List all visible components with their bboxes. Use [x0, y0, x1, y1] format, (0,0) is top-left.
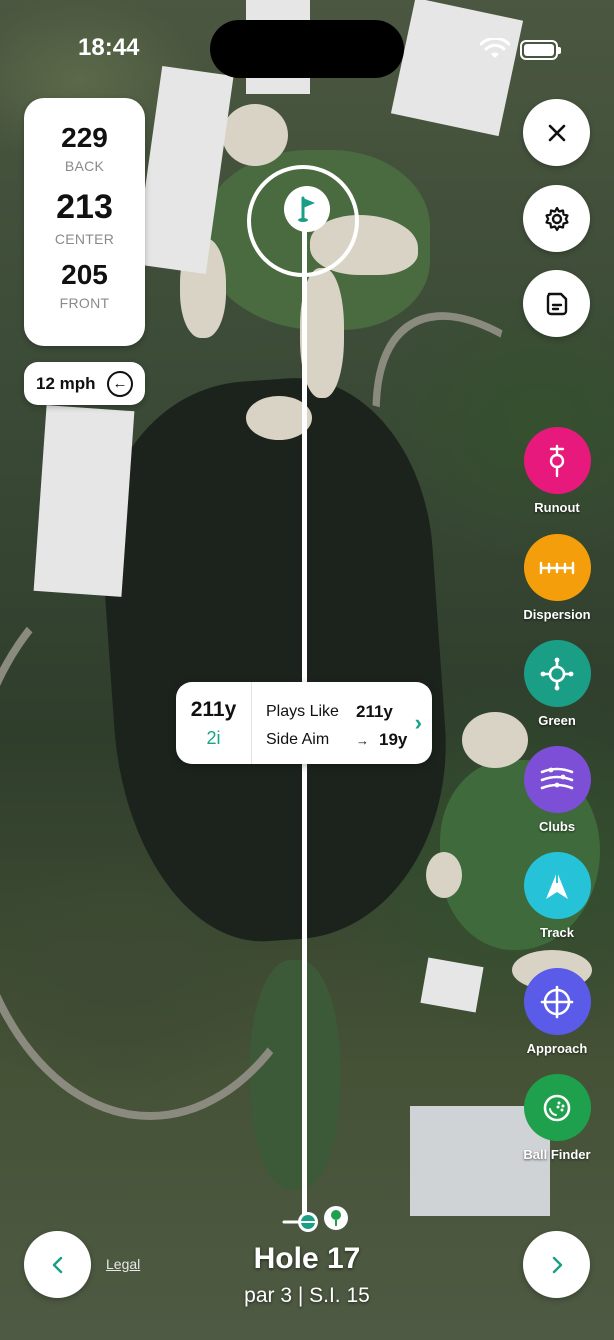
- clubs-icon: [523, 746, 591, 813]
- tool-dispersion[interactable]: Dispersion: [512, 534, 602, 622]
- shot-distance: 211y: [190, 697, 237, 721]
- next-hole-button[interactable]: [523, 1231, 590, 1298]
- tool-clubs-label: Clubs: [538, 819, 576, 834]
- map-building: [420, 957, 484, 1013]
- arrow-left-icon: ←: [107, 370, 133, 397]
- tool-track-label: Track: [540, 925, 574, 940]
- tool-track[interactable]: Track: [512, 852, 602, 940]
- close-button[interactable]: [523, 99, 590, 166]
- wifi-icon: [480, 38, 510, 58]
- scorecard-button[interactable]: [523, 270, 590, 337]
- approach-icon: [523, 968, 591, 1035]
- battery-icon: [520, 40, 561, 60]
- yardage-front-value: 205: [61, 259, 108, 290]
- shot-details: Plays Like 211y Side Aim → 19y ›: [252, 682, 432, 764]
- tool-approach[interactable]: Approach: [512, 968, 602, 1056]
- map-building: [390, 0, 524, 137]
- tool-runout-label: Runout: [534, 500, 580, 515]
- chevron-right-icon: [552, 1256, 562, 1273]
- tool-green[interactable]: Green: [512, 640, 602, 728]
- status-time: 18:44: [78, 34, 140, 61]
- map-bunker: [426, 852, 462, 898]
- tool-ball-finder[interactable]: Ball Finder: [512, 1074, 602, 1162]
- pin-flag-icon[interactable]: [284, 186, 330, 232]
- yardage-back-value: 229: [61, 122, 108, 153]
- hole-title: Hole 17: [253, 1242, 361, 1275]
- settings-button[interactable]: [523, 185, 590, 252]
- yardage-card[interactable]: 229 BACK 213 CENTER 205 FRONT: [24, 98, 145, 346]
- shot-summary: 211y 2i: [176, 682, 252, 764]
- dynamic-island: [210, 20, 404, 78]
- shot-club: 2i: [206, 727, 221, 748]
- arrow-right-icon: →: [356, 732, 369, 748]
- track-icon: [523, 852, 591, 919]
- plays-like-label: Plays Like: [266, 703, 339, 720]
- tool-dispersion-label: Dispersion: [523, 607, 591, 622]
- map-bunker: [222, 104, 288, 166]
- chevron-right-icon[interactable]: ›: [415, 710, 422, 736]
- side-aim-value: 19y: [379, 730, 408, 749]
- tool-approach-label: Approach: [526, 1041, 588, 1056]
- wind-indicator[interactable]: 12 mph ←: [24, 362, 145, 405]
- gear-icon: [544, 206, 569, 231]
- wind-speed: 12 mph: [36, 373, 96, 393]
- tool-green-label: Green: [538, 713, 576, 728]
- green-icon: [523, 640, 591, 707]
- tee-marker-icon[interactable]: [282, 1204, 354, 1232]
- plays-like-row: Plays Like 211y: [266, 698, 432, 726]
- side-aim-row: Side Aim → 19y: [266, 726, 432, 754]
- dispersion-icon: [523, 534, 591, 601]
- shot-info-card[interactable]: 211y 2i Plays Like 211y Side Aim → 19y ›: [176, 682, 432, 764]
- tool-clubs[interactable]: Clubs: [512, 746, 602, 834]
- yardage-center-label: CENTER: [54, 231, 115, 247]
- tool-runout[interactable]: Runout: [512, 427, 602, 515]
- document-icon: [546, 292, 567, 315]
- plays-like-value: 211y: [356, 702, 393, 721]
- tool-ball-finder-label: Ball Finder: [523, 1147, 591, 1162]
- runout-icon: [523, 427, 591, 494]
- yardage-front-label: FRONT: [59, 295, 110, 311]
- hole-subtitle: par 3 | S.I. 15: [244, 1284, 370, 1307]
- close-icon: [548, 124, 565, 141]
- yardage-back-label: BACK: [64, 158, 105, 174]
- yardage-center-value: 213: [56, 188, 113, 226]
- side-aim-label: Side Aim: [266, 731, 330, 748]
- ball-finder-icon: [523, 1074, 591, 1141]
